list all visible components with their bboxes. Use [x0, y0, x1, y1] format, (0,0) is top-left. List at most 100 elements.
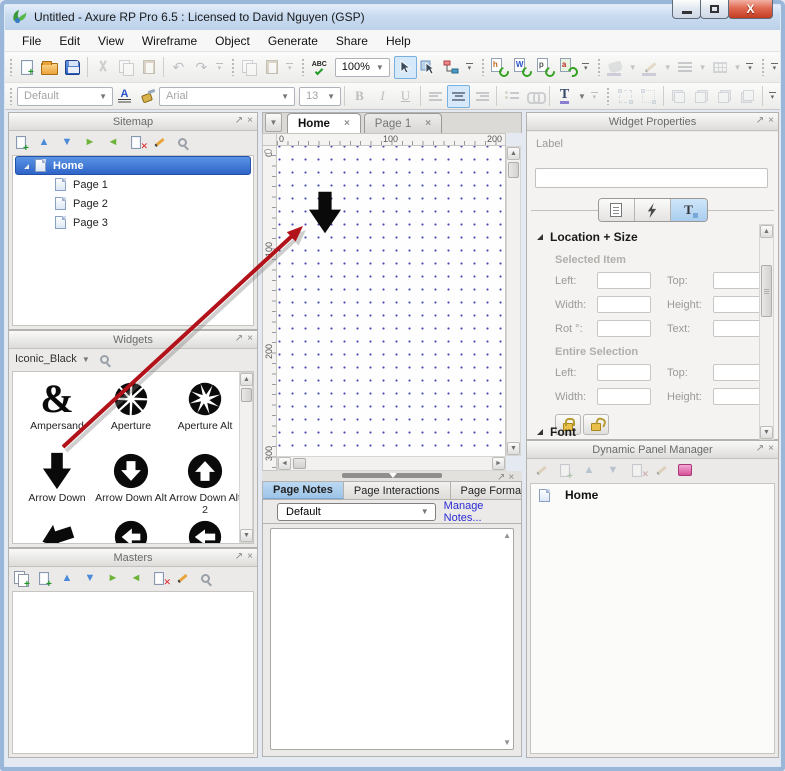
- menu-edit[interactable]: Edit: [51, 31, 88, 51]
- save-button[interactable]: [61, 56, 84, 79]
- selected-left-input[interactable]: [597, 272, 651, 289]
- new-button[interactable]: +: [15, 56, 38, 79]
- chevron-down-icon[interactable]: ▼: [576, 92, 588, 101]
- sitemap-item-page1[interactable]: Page 1: [13, 175, 253, 194]
- rename-panel-button[interactable]: [653, 462, 669, 478]
- close-panel-icon[interactable]: ×: [247, 551, 253, 563]
- toolbar-overflow[interactable]: ▾: [743, 63, 756, 71]
- close-panel-icon[interactable]: ×: [508, 472, 514, 484]
- menu-file[interactable]: File: [14, 31, 49, 51]
- delete-page-button[interactable]: ✕: [128, 134, 144, 150]
- expand-panel-icon[interactable]: ↗: [235, 115, 243, 127]
- move-down-button[interactable]: ▼: [82, 570, 98, 586]
- notes-textarea[interactable]: ▲ ▼: [270, 528, 514, 750]
- expand-panel-icon[interactable]: ↗: [497, 472, 505, 484]
- canvas-horizontal-scrollbar[interactable]: ◄ ►: [277, 456, 506, 471]
- sitemap-item-home[interactable]: Home: [15, 156, 251, 175]
- send-backward-button[interactable]: [736, 85, 759, 108]
- font-size-combobox[interactable]: 13▼: [299, 87, 341, 106]
- selection-left-input[interactable]: [597, 364, 651, 381]
- unlock-button[interactable]: [583, 414, 609, 435]
- tab-page-notes[interactable]: Page Notes: [263, 482, 344, 499]
- selection-width-input[interactable]: [597, 388, 651, 405]
- toolbar-overflow[interactable]: ▾: [766, 92, 779, 100]
- edit-page-button[interactable]: [151, 134, 167, 150]
- widget-aperture-alt[interactable]: Aperture Alt: [169, 380, 241, 432]
- style-preset-combobox[interactable]: Default▼: [17, 87, 113, 106]
- send-to-back-button[interactable]: [690, 85, 713, 108]
- move-up-button[interactable]: ▲: [36, 134, 52, 150]
- menu-generate[interactable]: Generate: [260, 31, 326, 51]
- import-button[interactable]: [237, 56, 260, 79]
- widget-arrow-left-alt[interactable]: [95, 518, 167, 544]
- publish-axshare-button[interactable]: a: [556, 56, 579, 79]
- scroll-left-icon[interactable]: ◄: [278, 457, 291, 470]
- toolbar-overflow[interactable]: ▾: [463, 63, 476, 71]
- close-panel-icon[interactable]: ×: [247, 333, 253, 345]
- close-button[interactable]: X: [728, 0, 773, 19]
- tab-page-formatting[interactable]: Page Formatting: [451, 482, 522, 499]
- scroll-thumb[interactable]: [761, 265, 772, 317]
- undo-button[interactable]: ↶: [167, 56, 190, 79]
- close-panel-icon[interactable]: ×: [768, 443, 774, 455]
- widget-ampersand[interactable]: & Ampersand: [21, 380, 93, 432]
- scroll-thumb[interactable]: [508, 162, 519, 178]
- align-left-button[interactable]: [424, 85, 447, 108]
- close-panel-icon[interactable]: ×: [247, 115, 253, 127]
- bottom-panel-splitter[interactable]: [262, 471, 522, 481]
- scroll-right-icon[interactable]: ►: [492, 457, 505, 470]
- toolbar-overflow[interactable]: ▾: [768, 63, 781, 71]
- expand-panel-icon[interactable]: ↗: [235, 333, 243, 345]
- ungroup-button[interactable]: [637, 85, 660, 108]
- connector-mode-button[interactable]: [440, 56, 463, 79]
- menu-help[interactable]: Help: [378, 31, 419, 51]
- close-tab-icon[interactable]: ×: [344, 118, 350, 129]
- copy-button[interactable]: [114, 56, 137, 79]
- dpm-item-home[interactable]: Home: [531, 484, 774, 502]
- scroll-thumb[interactable]: [293, 458, 306, 469]
- expander-icon[interactable]: [24, 164, 29, 169]
- line-style-button[interactable]: [674, 56, 697, 79]
- widget-arrow-down[interactable]: Arrow Down: [21, 452, 93, 504]
- expand-panel-icon[interactable]: ↗: [756, 115, 764, 127]
- align-center-button[interactable]: [447, 85, 470, 108]
- tab-interactions[interactable]: [635, 199, 671, 221]
- bring-forward-button[interactable]: [713, 85, 736, 108]
- widget-aperture[interactable]: Aperture: [95, 380, 167, 432]
- bold-button[interactable]: B: [348, 85, 371, 108]
- scroll-up-icon[interactable]: ▲: [503, 531, 511, 540]
- close-tab-icon[interactable]: ×: [425, 118, 431, 129]
- toolbar-overflow[interactable]: ▾: [588, 92, 601, 100]
- chevron-down-icon[interactable]: ▼: [627, 63, 639, 72]
- add-page-button[interactable]: +: [13, 134, 29, 150]
- search-pages-button[interactable]: [174, 134, 190, 150]
- widget-arrow-down-alt-2[interactable]: Arrow Down Alt 2: [169, 452, 241, 516]
- italic-button[interactable]: I: [371, 85, 394, 108]
- generate-word-button[interactable]: W: [510, 56, 533, 79]
- chevron-down-icon[interactable]: ▼: [732, 63, 744, 72]
- chevron-down-icon[interactable]: ▼: [697, 63, 709, 72]
- group-button[interactable]: [614, 85, 637, 108]
- scroll-up-icon[interactable]: ▲: [760, 225, 773, 238]
- bring-to-front-button[interactable]: [667, 85, 690, 108]
- widget-list-scrollbar[interactable]: ▲ ▼: [239, 372, 253, 543]
- toolbar-overflow[interactable]: ▾: [579, 63, 592, 71]
- open-button[interactable]: [38, 56, 61, 79]
- generate-prototype-button[interactable]: p: [533, 56, 556, 79]
- splitter-collapse-icon[interactable]: [389, 473, 397, 478]
- scroll-down-icon[interactable]: ▼: [760, 426, 773, 439]
- sitemap-item-page2[interactable]: Page 2: [13, 194, 253, 213]
- select-mode-button[interactable]: [394, 56, 417, 79]
- section-location-size[interactable]: Location + Size: [537, 230, 638, 244]
- widget-arrow-down-alt[interactable]: Arrow Down Alt: [95, 452, 167, 504]
- widget-library-dropdown[interactable]: Iconic_Black ▼: [15, 353, 92, 365]
- indent-button[interactable]: ►: [82, 134, 98, 150]
- selected-width-input[interactable]: [597, 296, 651, 313]
- tab-home[interactable]: Home×: [287, 113, 361, 133]
- edit-panel-button[interactable]: [533, 462, 549, 478]
- menu-object[interactable]: Object: [207, 31, 258, 51]
- toolbar-overflow[interactable]: ▾: [283, 63, 296, 71]
- manage-notes-link[interactable]: Manage Notes...: [444, 500, 521, 524]
- outdent-button[interactable]: ◄: [105, 134, 121, 150]
- scroll-up-icon[interactable]: ▲: [240, 373, 253, 386]
